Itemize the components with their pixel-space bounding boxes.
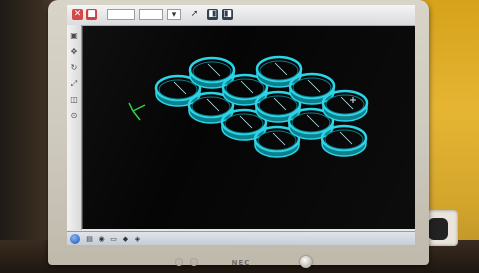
plug — [428, 218, 448, 240]
axis-line — [132, 110, 141, 121]
ring-mesh[interactable] — [320, 124, 368, 157]
close-icon[interactable]: ✕ — [72, 9, 83, 20]
app-active-icon[interactable]: ◈ — [133, 235, 142, 243]
view-b-icon[interactable]: ◨ — [222, 9, 233, 20]
axis-gizmo-icon — [128, 102, 146, 121]
axis-line — [132, 104, 146, 112]
ring-mesh[interactable] — [255, 55, 303, 88]
photo-scene: ✕ ■ ▾ ➚ ◧ ◨ ▣ ✥ ↻ ⤢ ◫ ⊙ ▤ ◉ ▭ ◆ ◈ NEC — [0, 0, 479, 273]
ring-array — [154, 55, 369, 158]
dropdown-icon[interactable]: ▾ — [167, 9, 181, 20]
3d-viewport[interactable] — [82, 26, 415, 229]
pointer-icon[interactable]: ➚ — [189, 9, 200, 20]
axis-line — [128, 102, 134, 112]
system-tray[interactable] — [351, 234, 411, 244]
monitor-menu-button[interactable] — [175, 258, 183, 266]
scale-icon[interactable]: ⤢ — [69, 79, 79, 89]
select-icon[interactable]: ▣ — [69, 31, 79, 41]
taskbar: ▤ ◉ ▭ ◆ ◈ — [67, 231, 415, 245]
move-icon[interactable]: ✥ — [69, 47, 79, 57]
viewport-canvas — [128, 55, 369, 158]
toolbar-field-a[interactable] — [107, 9, 135, 20]
ring-mesh[interactable] — [321, 89, 369, 122]
stop-icon[interactable]: ■ — [86, 9, 97, 20]
ring-mesh[interactable] — [188, 56, 236, 89]
start-button[interactable] — [70, 234, 80, 244]
monitor-select-button[interactable] — [190, 258, 198, 266]
view-icon[interactable]: ◫ — [69, 95, 79, 105]
rotate-icon[interactable]: ↻ — [69, 63, 79, 73]
explorer-icon[interactable]: ▤ — [85, 235, 94, 243]
browser-icon[interactable]: ◉ — [97, 235, 106, 243]
app-icon[interactable]: ◆ — [121, 235, 130, 243]
ring-mesh[interactable] — [288, 72, 336, 105]
monitor-screen: ✕ ■ ▾ ➚ ◧ ◨ ▣ ✥ ↻ ⤢ ◫ ⊙ ▤ ◉ ▭ ◆ ◈ — [67, 5, 415, 245]
app-toolbar: ✕ ■ ▾ ➚ ◧ ◨ — [67, 5, 415, 26]
folder-icon[interactable]: ▭ — [109, 235, 118, 243]
toolbar-field-b[interactable] — [139, 9, 163, 20]
monitor-brand-logo: NEC — [231, 259, 251, 267]
power-button[interactable] — [300, 256, 312, 268]
view-a-icon[interactable]: ◧ — [207, 9, 218, 20]
camera-icon[interactable]: ⊙ — [69, 111, 79, 121]
side-toolbar: ▣ ✥ ↻ ⤢ ◫ ⊙ — [67, 25, 82, 230]
